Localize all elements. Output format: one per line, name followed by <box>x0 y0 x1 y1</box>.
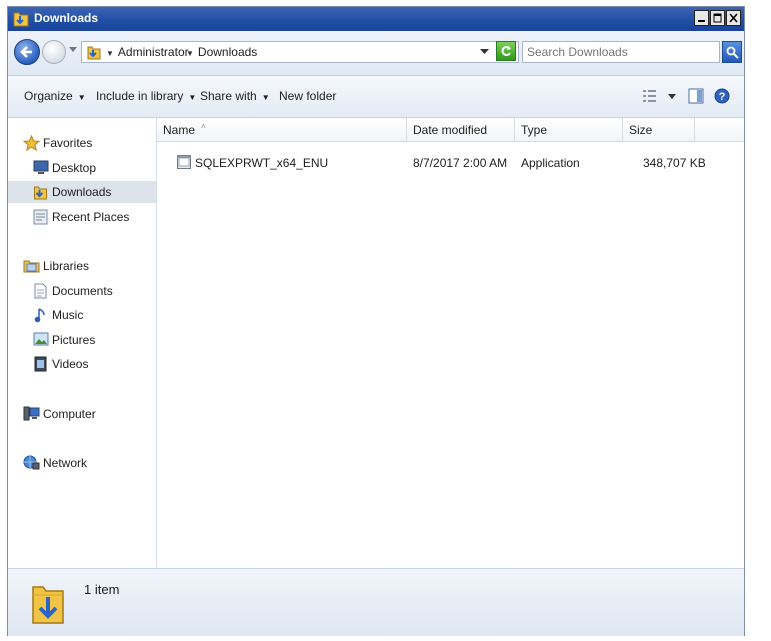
breadcrumb-administrator[interactable]: ▼ Administrator <box>106 45 189 59</box>
sort-ascending-icon: ˄ <box>201 122 206 131</box>
minimize-icon <box>698 20 705 22</box>
nav-favorites[interactable]: Favorites <box>8 132 156 154</box>
star-icon <box>23 135 40 151</box>
videos-icon <box>34 356 47 372</box>
chevron-down-icon: ▼ <box>188 93 197 102</box>
nav-network[interactable]: Network <box>8 452 156 474</box>
title-bar[interactable]: Downloads <box>8 7 744 31</box>
maximize-button[interactable] <box>710 10 725 26</box>
file-row[interactable]: SQLEXPRWT_x64_ENU 8/7/2017 2:00 AM Appli… <box>157 152 744 174</box>
column-header-row: Name ˄ Date modified Type Size <box>157 118 744 142</box>
change-view-icon[interactable] <box>642 88 658 104</box>
breadcrumb-downloads[interactable]: ▼ Downloads <box>186 45 257 59</box>
downloads-folder-icon <box>32 586 64 624</box>
nav-libraries[interactable]: Libraries <box>8 255 156 277</box>
nav-downloads[interactable]: Downloads <box>8 181 156 203</box>
computer-icon <box>23 406 40 421</box>
downloads-folder-icon <box>87 46 101 60</box>
more-views-chevron-icon[interactable] <box>668 94 676 100</box>
column-header-name[interactable]: Name ˄ <box>157 118 407 141</box>
column-header-size[interactable]: Size <box>623 118 695 141</box>
details-pane: 1 item <box>8 568 744 636</box>
recent-pages-chevron-icon[interactable] <box>69 47 77 53</box>
file-type: Application <box>521 156 580 170</box>
network-icon <box>23 455 40 470</box>
address-row: ▼ Administrator ▼ Downloads <box>8 31 744 76</box>
column-header-date-modified[interactable]: Date modified <box>407 118 515 141</box>
file-list: Name ˄ Date modified Type Size SQLEXPRWT… <box>157 118 744 567</box>
chevron-down-icon: ▼ <box>77 93 86 102</box>
address-history-chevron-icon[interactable] <box>480 49 489 55</box>
explorer-window: Downloads ▼ Administrator ▼ Downloads Se… <box>7 6 745 636</box>
search-button[interactable] <box>722 41 742 63</box>
file-name: SQLEXPRWT_x64_ENU <box>195 156 329 170</box>
svg-text:?: ? <box>719 91 726 103</box>
downloads-folder-icon <box>34 186 47 200</box>
nav-videos[interactable]: Videos <box>8 353 156 375</box>
forward-button[interactable] <box>42 40 66 64</box>
nav-music[interactable]: Music <box>8 304 156 326</box>
search-input[interactable] <box>527 44 712 60</box>
music-icon <box>34 308 45 323</box>
search-box[interactable] <box>522 41 720 63</box>
window-title: Downloads <box>34 11 99 25</box>
refresh-icon <box>501 46 511 56</box>
share-with-button[interactable]: Share with ▼ <box>200 89 270 103</box>
close-icon <box>729 13 738 23</box>
help-icon[interactable]: ? <box>714 88 730 104</box>
nav-recent-places[interactable]: Recent Places <box>8 206 156 228</box>
address-bar[interactable]: ▼ Administrator ▼ Downloads <box>81 41 519 63</box>
application-file-icon <box>177 155 191 169</box>
nav-documents[interactable]: Documents <box>8 280 156 302</box>
file-date-modified: 8/7/2017 2:00 AM <box>413 156 508 170</box>
organize-button[interactable]: Organize ▼ <box>24 89 86 103</box>
command-bar: Organize ▼ Include in library ▼ Share with… <box>8 76 744 118</box>
navigation-pane: Favorites Desktop Downloads Recent Place… <box>8 118 157 567</box>
documents-icon <box>34 283 47 299</box>
close-button[interactable] <box>726 10 741 26</box>
recent-places-icon <box>33 209 48 225</box>
chevron-down-icon: ▼ <box>261 93 270 102</box>
libraries-icon <box>23 260 40 273</box>
include-in-library-button[interactable]: Include in library ▼ <box>96 89 196 103</box>
refresh-button[interactable] <box>496 41 516 61</box>
downloads-folder-icon <box>13 12 29 27</box>
column-header-type[interactable]: Type <box>515 118 623 141</box>
desktop-icon <box>33 160 49 174</box>
file-size: 348,707 KB <box>643 156 706 170</box>
item-count: 1 item <box>84 582 120 597</box>
maximize-icon <box>713 13 722 23</box>
nav-desktop[interactable]: Desktop <box>8 157 156 179</box>
back-arrow-icon <box>20 46 32 58</box>
preview-pane-icon[interactable] <box>688 88 704 104</box>
pictures-icon <box>33 332 49 346</box>
new-folder-button[interactable]: New folder <box>279 89 336 103</box>
nav-computer[interactable]: Computer <box>8 403 156 425</box>
back-button[interactable] <box>14 39 40 65</box>
minimize-button[interactable] <box>694 10 709 26</box>
search-icon <box>726 46 739 59</box>
nav-pictures[interactable]: Pictures <box>8 329 156 351</box>
